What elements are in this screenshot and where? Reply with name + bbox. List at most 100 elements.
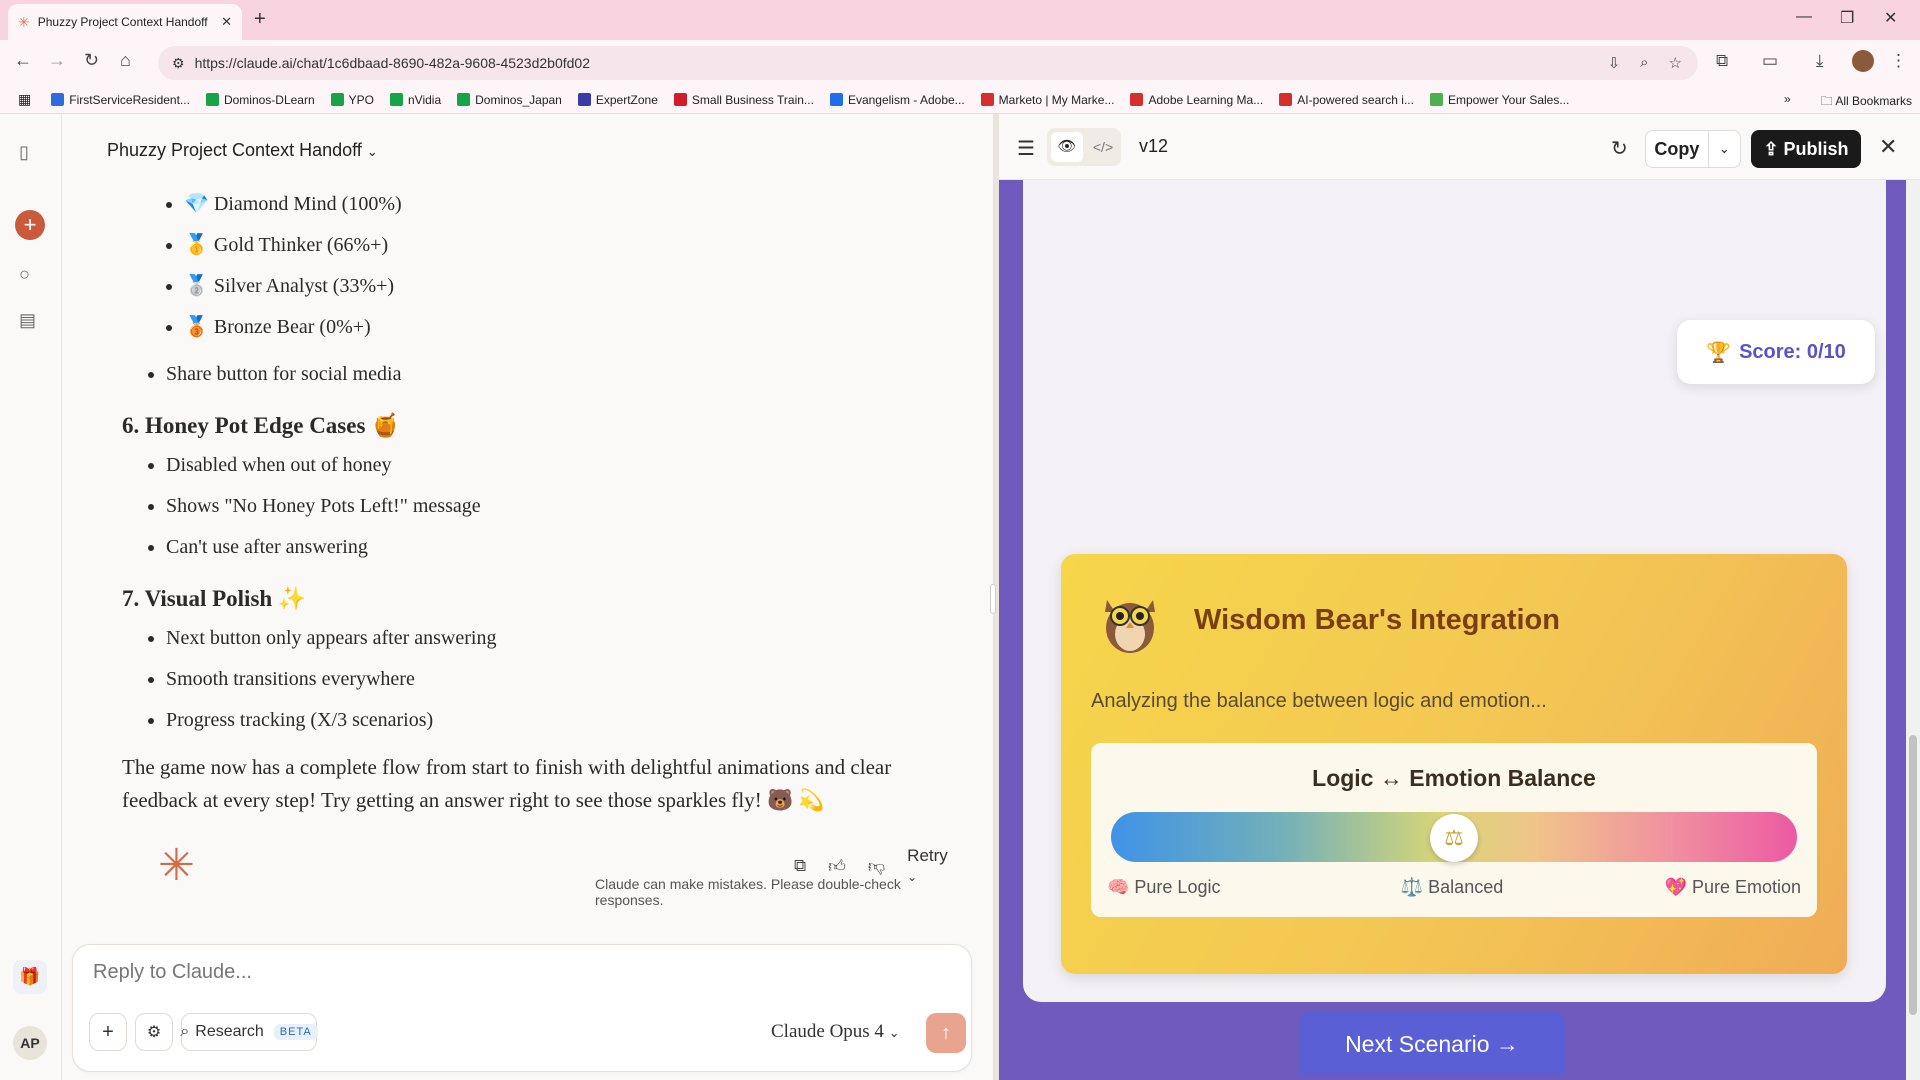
list-item: 🥉 Bronze Bear (0%+): [184, 307, 952, 348]
apps-grid-icon[interactable]: ▦: [18, 91, 31, 108]
window-close-icon[interactable]: ✕: [1884, 8, 1897, 28]
url-bar[interactable]: ⚙ https://claude.ai/chat/1c6dbaad-8690-4…: [158, 46, 1698, 80]
list-item: 💎 Diamond Mind (100%): [184, 184, 952, 225]
thumbs-up-icon[interactable]: 👍︎: [828, 856, 846, 877]
bookmark-item[interactable]: FirstServiceResident...: [51, 93, 190, 107]
chevron-down-icon: ⌄: [366, 144, 378, 159]
list-item: Next button only appears after answering: [166, 618, 952, 659]
list-item: 🥇 Gold Thinker (66%+): [184, 225, 952, 266]
home-icon[interactable]: ⌂: [120, 50, 131, 71]
extensions-icon[interactable]: ⧉: [1716, 51, 1728, 71]
minimize-icon[interactable]: —: [1796, 8, 1812, 26]
disclaimer: Claude can make mistakes. Please double-…: [595, 876, 901, 908]
bookmark-favicon-icon: [205, 93, 219, 106]
bookmark-item[interactable]: nVidia: [389, 93, 441, 107]
balance-meter: Logic ↔ Emotion Balance ⚖ 🧠 Pure Logic ⚖…: [1091, 743, 1817, 917]
list-item: Progress tracking (X/3 scenarios): [166, 700, 952, 741]
chats-icon[interactable]: ○: [19, 264, 30, 285]
bookmark-item[interactable]: ExpertZone: [577, 93, 658, 107]
bronze-medal-icon: 🥉: [184, 316, 209, 338]
list-item: Disabled when out of honey: [166, 445, 952, 486]
badge-list: 💎 Diamond Mind (100%) 🥇 Gold Thinker (66…: [102, 184, 952, 348]
url-text[interactable]: https://claude.ai/chat/1c6dbaad-8690-482…: [195, 55, 590, 71]
bookmark-favicon-icon: [457, 93, 471, 106]
bookmark-item[interactable]: YPO: [330, 93, 374, 107]
forward-icon[interactable]: →: [48, 50, 66, 71]
list-icon[interactable]: ☰: [1017, 136, 1035, 161]
artifact-panel: ☰ 👁 </> v12 ↻ Copy ⌄ ⇪ Publish ✕ 🏆 Score…: [999, 114, 1920, 1080]
browser-tab[interactable]: ✳ Phuzzy Project Context Handoff ✕: [8, 4, 242, 40]
new-chat-button[interactable]: +: [15, 210, 45, 240]
view-toggle: 👁 </>: [1047, 128, 1121, 166]
bookmark-item[interactable]: Small Business Train...: [673, 93, 814, 107]
restore-icon[interactable]: ❐: [1840, 8, 1854, 28]
bookmark-favicon-icon: [1429, 93, 1443, 106]
publish-button[interactable]: ⇪ Publish: [1751, 130, 1861, 168]
copy-icon[interactable]: ⧉: [794, 856, 806, 876]
thumbs-down-icon[interactable]: 👎︎: [868, 856, 885, 877]
scrollbar-thumb[interactable]: [1909, 735, 1917, 1015]
claude-logo-icon: ✳: [158, 841, 195, 890]
profile-avatar[interactable]: [1852, 50, 1874, 72]
artifact-preview: 🏆 Score: 0/10 Wisdom Bear's Integration …: [999, 180, 1920, 1080]
sidebar-toggle-icon[interactable]: ▯: [19, 142, 29, 163]
bookmark-item[interactable]: Dominos-DLearn: [205, 93, 315, 107]
refresh-icon[interactable]: ↻: [1611, 136, 1628, 161]
assistant-message: 💎 Diamond Mind (100%) 🥇 Gold Thinker (66…: [102, 184, 952, 817]
reply-input[interactable]: Reply to Claude...: [93, 961, 252, 984]
bookmark-item[interactable]: Adobe Learning Ma...: [1130, 93, 1263, 107]
model-selector[interactable]: Claude Opus 4 ⌄: [771, 1021, 900, 1043]
balance-indicator-scale-icon: ⚖: [1430, 814, 1478, 862]
list-item: Shows "No Honey Pots Left!" message: [166, 486, 952, 527]
claude-favicon-icon: ✳: [18, 13, 30, 30]
new-tab-icon[interactable]: +: [254, 8, 266, 31]
all-bookmarks[interactable]: 🗀 All Bookmarks: [1821, 92, 1912, 113]
feature-list: Share button for social media: [102, 354, 952, 395]
next-scenario-button[interactable]: Next Scenario →: [1299, 1012, 1565, 1076]
bookmark-favicon-icon: [1279, 93, 1293, 106]
add-attachment-button[interactable]: +: [89, 1013, 127, 1051]
pure-emotion-label: 💖 Pure Emotion: [1664, 877, 1801, 897]
gift-icon[interactable]: 🎁: [13, 960, 47, 994]
tab-search-icon[interactable]: ▭: [1762, 51, 1778, 71]
projects-icon[interactable]: ▤: [19, 310, 36, 331]
feature-list: Next button only appears after answering…: [102, 618, 952, 741]
downloads-icon[interactable]: ⤓: [1816, 51, 1824, 71]
more-bookmarks-icon[interactable]: »: [1784, 92, 1791, 113]
copy-button[interactable]: Copy ⌄: [1645, 130, 1741, 168]
chevron-down-icon[interactable]: ⌄: [1709, 131, 1740, 167]
list-item: Share button for social media: [166, 354, 952, 395]
send-button[interactable]: ↑: [926, 1013, 966, 1053]
preview-eye-icon[interactable]: 👁: [1051, 132, 1083, 162]
user-avatar[interactable]: AP: [13, 1026, 47, 1060]
trophy-icon: 🏆: [1706, 341, 1732, 364]
section-heading: 7. Visual Polish ✨: [122, 586, 307, 611]
reply-composer[interactable]: Reply to Claude... + ⚙ ⌕ Research BETA C…: [72, 944, 972, 1072]
browser-tab-bar: ✳ Phuzzy Project Context Handoff ✕ + — ❐…: [0, 0, 1920, 40]
close-icon[interactable]: ✕: [1879, 134, 1897, 160]
close-tab-icon[interactable]: ✕: [221, 14, 232, 30]
zoom-icon[interactable]: ⌕: [1640, 54, 1648, 72]
bookmark-item[interactable]: Dominos_Japan: [457, 93, 562, 107]
version-label[interactable]: v12: [1139, 136, 1168, 157]
back-icon[interactable]: ←: [14, 50, 32, 71]
site-info-icon[interactable]: ⚙: [172, 55, 185, 72]
browser-menu-icon[interactable]: ⋮: [1890, 51, 1907, 71]
bookmark-star-icon[interactable]: ☆: [1669, 54, 1682, 72]
bookmark-item[interactable]: Marketo | My Marke...: [980, 93, 1114, 107]
code-icon[interactable]: </>: [1089, 132, 1117, 162]
bookmark-favicon-icon: [389, 93, 403, 106]
bookmark-favicon-icon: [1130, 93, 1144, 106]
tools-settings-icon[interactable]: ⚙: [135, 1013, 173, 1051]
tab-title: Phuzzy Project Context Handoff: [37, 15, 208, 29]
bookmark-item[interactable]: AI-powered search i...: [1279, 93, 1414, 107]
install-icon[interactable]: ⇩: [1608, 54, 1621, 72]
gold-medal-icon: 🥇: [184, 234, 209, 256]
research-button[interactable]: ⌕ Research BETA: [180, 1013, 318, 1051]
chat-title-dropdown[interactable]: Phuzzy Project Context Handoff ⌄: [107, 140, 378, 161]
wisdom-bear-panel: Wisdom Bear's Integration Analyzing the …: [1061, 554, 1847, 974]
bookmark-item[interactable]: Empower Your Sales...: [1429, 93, 1569, 107]
bookmark-item[interactable]: Evangelism - Adobe...: [829, 93, 965, 107]
reload-icon[interactable]: ↻: [84, 50, 99, 71]
resize-handle[interactable]: [990, 584, 996, 614]
